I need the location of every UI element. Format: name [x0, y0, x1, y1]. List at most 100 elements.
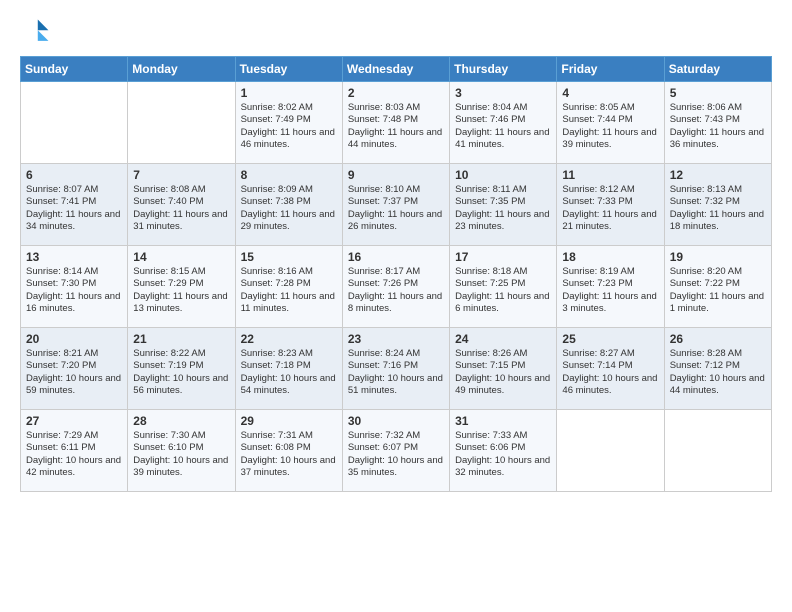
weekday-header-monday: Monday [128, 57, 235, 82]
week-row-4: 27Sunrise: 7:29 AM Sunset: 6:11 PM Dayli… [21, 410, 772, 492]
calendar-cell: 17 Sunrise: 8:18 AM Sunset: 7:25 PM Dayli… [450, 246, 557, 328]
day-number: 3 [455, 86, 551, 100]
cell-text: Sunrise: 8:14 AM Sunset: 7:30 PM Dayligh… [26, 266, 122, 315]
cell-text: Sunrise: 7:33 AM Sunset: 6:06 PM Dayligh… [455, 430, 551, 479]
calendar-cell: 7 Sunrise: 8:08 AM Sunset: 7:40 PM Daylig… [128, 164, 235, 246]
cell-text: Sunrise: 8:17 AM Sunset: 7:26 PM Dayligh… [348, 266, 444, 315]
calendar-cell: 31 Sunrise: 7:33 AM Sunset: 6:06 PM Dayli… [450, 410, 557, 492]
calendar-cell: 11 Sunrise: 8:12 AM Sunset: 7:33 PM Dayli… [557, 164, 664, 246]
cell-text: Sunrise: 8:07 AM Sunset: 7:41 PM Dayligh… [26, 184, 122, 233]
day-number: 6 [26, 168, 122, 182]
cell-text: Sunrise: 7:32 AM Sunset: 6:07 PM Dayligh… [348, 430, 444, 479]
calendar-body: 1Sunrise: 8:02 AM Sunset: 7:49 PM Daylig… [21, 82, 772, 492]
cell-text: Sunrise: 8:10 AM Sunset: 7:37 PM Dayligh… [348, 184, 444, 233]
day-number: 31 [455, 414, 551, 428]
day-number: 13 [26, 250, 122, 264]
calendar-cell: 12 Sunrise: 8:13 AM Sunset: 7:32 PM Dayli… [664, 164, 771, 246]
cell-text: Sunrise: 8:02 AM Sunset: 7:49 PM Dayligh… [241, 102, 337, 151]
day-number: 17 [455, 250, 551, 264]
day-number: 29 [241, 414, 337, 428]
calendar-cell: 19 Sunrise: 8:20 AM Sunset: 7:22 PM Dayli… [664, 246, 771, 328]
weekday-row: SundayMondayTuesdayWednesdayThursdayFrid… [21, 57, 772, 82]
calendar-cell: 8 Sunrise: 8:09 AM Sunset: 7:38 PM Daylig… [235, 164, 342, 246]
weekday-header-sunday: Sunday [21, 57, 128, 82]
cell-text: Sunrise: 8:08 AM Sunset: 7:40 PM Dayligh… [133, 184, 229, 233]
calendar-cell: 13 Sunrise: 8:14 AM Sunset: 7:30 PM Dayli… [21, 246, 128, 328]
cell-text: Sunrise: 8:05 AM Sunset: 7:44 PM Dayligh… [562, 102, 658, 151]
day-number: 25 [562, 332, 658, 346]
day-number: 24 [455, 332, 551, 346]
calendar-cell: 14Sunrise: 8:15 AM Sunset: 7:29 PM Dayli… [128, 246, 235, 328]
cell-text: Sunrise: 8:11 AM Sunset: 7:35 PM Dayligh… [455, 184, 551, 233]
calendar-cell: 28Sunrise: 7:30 AM Sunset: 6:10 PM Dayli… [128, 410, 235, 492]
calendar-cell: 30 Sunrise: 7:32 AM Sunset: 6:07 PM Dayli… [342, 410, 449, 492]
calendar-cell: 4 Sunrise: 8:05 AM Sunset: 7:44 PM Daylig… [557, 82, 664, 164]
day-number: 26 [670, 332, 766, 346]
weekday-header-thursday: Thursday [450, 57, 557, 82]
day-number: 12 [670, 168, 766, 182]
cell-text: Sunrise: 8:23 AM Sunset: 7:18 PM Dayligh… [241, 348, 337, 397]
calendar-cell: 3 Sunrise: 8:04 AM Sunset: 7:46 PM Daylig… [450, 82, 557, 164]
week-row-0: 1Sunrise: 8:02 AM Sunset: 7:49 PM Daylig… [21, 82, 772, 164]
day-number: 21 [133, 332, 229, 346]
cell-text: Sunrise: 8:15 AM Sunset: 7:29 PM Dayligh… [133, 266, 229, 315]
day-number: 5 [670, 86, 766, 100]
cell-text: Sunrise: 8:04 AM Sunset: 7:46 PM Dayligh… [455, 102, 551, 151]
day-number: 2 [348, 86, 444, 100]
cell-text: Sunrise: 8:09 AM Sunset: 7:38 PM Dayligh… [241, 184, 337, 233]
calendar-cell: 21Sunrise: 8:22 AM Sunset: 7:19 PM Dayli… [128, 328, 235, 410]
calendar-cell: 27Sunrise: 7:29 AM Sunset: 6:11 PM Dayli… [21, 410, 128, 492]
calendar-cell: 26Sunrise: 8:28 AM Sunset: 7:12 PM Dayli… [664, 328, 771, 410]
logo-icon [20, 16, 52, 48]
cell-text: Sunrise: 7:31 AM Sunset: 6:08 PM Dayligh… [241, 430, 337, 479]
day-number: 23 [348, 332, 444, 346]
calendar-cell: 10 Sunrise: 8:11 AM Sunset: 7:35 PM Dayli… [450, 164, 557, 246]
day-number: 11 [562, 168, 658, 182]
calendar-table: SundayMondayTuesdayWednesdayThursdayFrid… [20, 56, 772, 492]
day-number: 10 [455, 168, 551, 182]
cell-text: Sunrise: 8:16 AM Sunset: 7:28 PM Dayligh… [241, 266, 337, 315]
calendar-cell: 15 Sunrise: 8:16 AM Sunset: 7:28 PM Dayli… [235, 246, 342, 328]
day-number: 19 [670, 250, 766, 264]
calendar-header: SundayMondayTuesdayWednesdayThursdayFrid… [21, 57, 772, 82]
calendar-cell: 20 Sunrise: 8:21 AM Sunset: 7:20 PM Dayli… [21, 328, 128, 410]
day-number: 8 [241, 168, 337, 182]
calendar-cell: 24Sunrise: 8:26 AM Sunset: 7:15 PM Dayli… [450, 328, 557, 410]
cell-text: Sunrise: 8:19 AM Sunset: 7:23 PM Dayligh… [562, 266, 658, 315]
calendar-cell: 5Sunrise: 8:06 AM Sunset: 7:43 PM Daylig… [664, 82, 771, 164]
cell-text: Sunrise: 8:18 AM Sunset: 7:25 PM Dayligh… [455, 266, 551, 315]
cell-text: Sunrise: 7:29 AM Sunset: 6:11 PM Dayligh… [26, 430, 122, 479]
cell-text: Sunrise: 8:13 AM Sunset: 7:32 PM Dayligh… [670, 184, 766, 233]
day-number: 18 [562, 250, 658, 264]
day-number: 4 [562, 86, 658, 100]
day-number: 9 [348, 168, 444, 182]
day-number: 15 [241, 250, 337, 264]
day-number: 22 [241, 332, 337, 346]
cell-text: Sunrise: 8:03 AM Sunset: 7:48 PM Dayligh… [348, 102, 444, 151]
weekday-header-tuesday: Tuesday [235, 57, 342, 82]
calendar-cell: 6 Sunrise: 8:07 AM Sunset: 7:41 PM Daylig… [21, 164, 128, 246]
weekday-header-friday: Friday [557, 57, 664, 82]
cell-text: Sunrise: 8:21 AM Sunset: 7:20 PM Dayligh… [26, 348, 122, 397]
week-row-2: 13 Sunrise: 8:14 AM Sunset: 7:30 PM Dayli… [21, 246, 772, 328]
calendar-cell: 1Sunrise: 8:02 AM Sunset: 7:49 PM Daylig… [235, 82, 342, 164]
calendar-cell: 2 Sunrise: 8:03 AM Sunset: 7:48 PM Daylig… [342, 82, 449, 164]
week-row-3: 20 Sunrise: 8:21 AM Sunset: 7:20 PM Dayli… [21, 328, 772, 410]
cell-text: Sunrise: 8:20 AM Sunset: 7:22 PM Dayligh… [670, 266, 766, 315]
calendar-cell: 18 Sunrise: 8:19 AM Sunset: 7:23 PM Dayli… [557, 246, 664, 328]
calendar-cell: 25 Sunrise: 8:27 AM Sunset: 7:14 PM Dayli… [557, 328, 664, 410]
day-number: 30 [348, 414, 444, 428]
weekday-header-saturday: Saturday [664, 57, 771, 82]
calendar-cell: 16 Sunrise: 8:17 AM Sunset: 7:26 PM Dayli… [342, 246, 449, 328]
day-number: 16 [348, 250, 444, 264]
calendar-cell [21, 82, 128, 164]
header [20, 16, 772, 48]
cell-text: Sunrise: 8:27 AM Sunset: 7:14 PM Dayligh… [562, 348, 658, 397]
calendar-cell [664, 410, 771, 492]
cell-text: Sunrise: 8:12 AM Sunset: 7:33 PM Dayligh… [562, 184, 658, 233]
day-number: 20 [26, 332, 122, 346]
cell-text: Sunrise: 8:24 AM Sunset: 7:16 PM Dayligh… [348, 348, 444, 397]
page: SundayMondayTuesdayWednesdayThursdayFrid… [0, 0, 792, 612]
calendar-cell [128, 82, 235, 164]
day-number: 7 [133, 168, 229, 182]
